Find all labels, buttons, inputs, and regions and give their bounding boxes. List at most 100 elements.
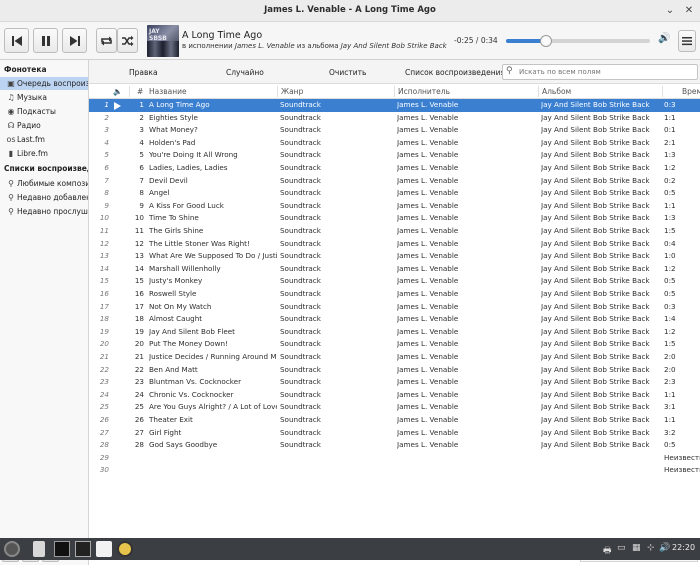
table-row[interactable]: 26 26 Theater Exit Soundtrack James L. Venab… [89,414,700,427]
track-genre: Soundtrack [280,352,321,361]
table-row[interactable]: 7 7 Devil Devil Soundtrack James L. Venable J… [89,175,700,188]
sidebar-item-queue[interactable]: ▣Очередь воспроизв. [0,77,88,90]
column-artist[interactable]: Исполнитель [398,87,450,96]
table-row[interactable]: 3 3 What Money? Soundtrack James L. Venable J… [89,124,700,137]
table-row[interactable]: 25 25 Are You Guys Alright? / A Lot of Lov… [89,401,700,414]
track-artist: James L. Venable [397,352,459,361]
table-row[interactable]: 28 28 God Says Goodbye Soundtrack James L. V… [89,439,700,452]
printer-icon[interactable]: 🖶 [603,543,612,559]
table-row[interactable]: 29 Неизвестн [89,452,700,465]
column-title[interactable]: Название [149,87,187,96]
album-art-text: JAY SBSB [149,28,167,42]
column-album[interactable]: Альбом [542,87,571,96]
flag-icon[interactable]: ▦ [632,543,641,553]
search-box[interactable]: ⚲ [502,64,698,80]
clock: 22:20 [672,543,696,552]
column-time[interactable]: Время [682,87,700,96]
row-index: 15 [99,276,109,286]
track-number: 3 [139,125,144,135]
table-row[interactable]: 12 12 The Little Stoner Was Right! Soundtra… [89,238,700,251]
sidebar-item-podcast[interactable]: ◉ Подкасты [0,105,88,118]
track-genre: Soundtrack [280,301,321,311]
repeat-icon [100,35,113,47]
table-row[interactable]: 13 13 What Are We Supposed To Do / Justice… [89,250,700,263]
previous-button[interactable] [4,28,29,53]
network-icon[interactable]: ⊹ [647,543,655,553]
shuffle-button[interactable] [117,28,138,53]
column-number[interactable]: # [137,87,143,96]
table-row[interactable]: 27 27 Girl Fight Soundtrack James L. Venable… [89,427,700,440]
music-player-icon[interactable] [117,541,133,557]
table-row[interactable]: 8 8 Angel Soundtrack James L. Venable Jay And… [89,187,700,200]
table-row[interactable]: 30 Неизвестн [89,464,700,477]
pause-button[interactable] [33,28,58,53]
track-length: 1:5 [664,339,676,349]
seek-handle[interactable] [540,35,553,47]
files-icon[interactable] [33,541,45,557]
sidebar-item-music[interactable]: ♫ Музыка [0,91,88,104]
table-row[interactable]: 21 21 Justice Decides / Running Around Mir… [89,351,700,364]
table-row[interactable]: 6 6 Ladies, Ladies, Ladies Soundtrack James … [89,162,700,175]
table-row[interactable]: 5 5 You're Doing It All Wrong Soundtrack Jam… [89,149,700,162]
sidebar-playlist-item[interactable]: ⚲Недавно прослушанные [0,205,88,218]
table-row[interactable]: 15 15 Justy's Monkey Soundtrack James L. Ven… [89,275,700,288]
seek-slider[interactable] [506,35,650,47]
sidebar-item-label: Радио [17,121,41,130]
sidebar-playlist-item[interactable]: ⚲Недавно добавленные [0,191,88,204]
track-length: 1:4 [664,314,676,324]
table-row[interactable]: 22 22 Ben And Matt Soundtrack James L. Venab… [89,364,700,377]
display-icon[interactable]: ▭ [617,543,626,553]
tab-clear[interactable]: Очистить [329,68,366,77]
track-artist: James L. Venable [397,440,459,450]
table-row[interactable]: 17 17 Not On My Watch Soundtrack James L. Ve… [89,301,700,314]
repeat-button[interactable] [96,28,117,53]
track-title: Justice Decides / Running Around Mirma..… [149,352,277,361]
tab-edit[interactable]: Правка [129,68,158,77]
lastfm-icon: os [6,135,16,144]
table-row[interactable]: 24 24 Chronic Vs. Cocknocker Soundtrack Jame… [89,389,700,402]
store-icon[interactable] [96,541,112,557]
table-row[interactable]: 23 23 Bluntman Vs. Cocknocker Soundtrack Jam… [89,376,700,389]
next-button[interactable] [62,28,87,53]
table-row[interactable]: 20 20 Put The Money Down! Soundtrack James L… [89,338,700,351]
table-row[interactable]: 18 18 Almost Caught Soundtrack James L. Vena… [89,313,700,326]
track-genre: Soundtrack [280,125,321,135]
column-volume-icon[interactable]: 🔈 [113,87,122,96]
table-row[interactable]: 11 11 The Girls Shine Soundtrack James L. Ve… [89,225,700,238]
tab-random[interactable]: Случайно [226,68,264,77]
volume-icon[interactable]: 🔊 [658,33,670,44]
column-genre[interactable]: Жанр [281,87,303,96]
table-row[interactable]: 9 9 A Kiss For Good Luck Soundtrack James L.… [89,200,700,213]
table-row[interactable]: 16 16 Roswell Style Soundtrack James L. Vena… [89,288,700,301]
track-title: Theater Exit [149,415,193,424]
table-row[interactable]: 1 1 A Long Time Ago Soundtrack James L. Vena… [89,99,700,112]
sidebar-item-radio[interactable]: ☊ Радио [0,119,88,132]
tab-playlist[interactable]: Список воспроизведения [405,68,505,77]
track-title: A Long Time Ago [149,100,210,109]
table-header: 🔈 # Название Жанр Исполнитель Альбом Вре… [89,84,700,99]
table-row[interactable]: 10 10 Time To Shine Soundtrack James L. Vena… [89,212,700,225]
table-row[interactable]: 2 2 Eighties Style Soundtrack James L. Venab… [89,112,700,125]
track-title: The Little Stoner Was Right! [149,238,250,248]
search-input[interactable] [519,66,695,78]
main-menu-button[interactable] [678,30,696,52]
sidebar-item-librefm[interactable]: ▮ Libre.fm [0,147,88,160]
track-genre: Soundtrack [280,427,321,437]
launcher-icon[interactable] [4,541,20,557]
track-length: 1:1 [664,200,676,210]
table-row[interactable]: 19 19 Jay And Silent Bob Fleet Soundtrack Ja… [89,326,700,339]
terminal-icon[interactable] [54,541,70,557]
track-length: 0:3 [664,100,676,109]
track-artist: James L. Venable [397,389,459,399]
search-icon: ⚲ [506,66,513,76]
table-row[interactable]: 14 14 Marshall Willenholly Soundtrack James … [89,263,700,276]
monitor-icon[interactable] [75,541,91,557]
close-icon[interactable]: ✕ [681,3,697,19]
track-genre: Soundtrack [280,112,321,122]
sidebar-playlist-item[interactable]: ⚲Любимые композиции [0,177,88,190]
sidebar-item-lastfm[interactable]: os Last.fm [0,133,88,146]
track-length: 0:5 [664,289,676,298]
table-row[interactable]: 4 4 Holden's Pad Soundtrack James L. Venable… [89,137,700,150]
minimize-icon[interactable]: ⌄ [662,3,678,19]
volume-icon[interactable]: 🔊 [659,543,670,553]
